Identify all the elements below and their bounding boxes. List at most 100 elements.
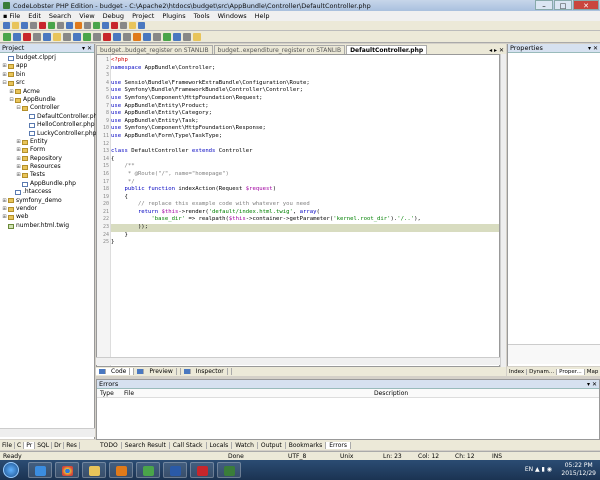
tree-item[interactable]: ⊞ Resources	[0, 163, 94, 171]
expander-icon[interactable]: ⊟	[9, 96, 14, 104]
code-line[interactable]: 20 // replace this example code with wha…	[103, 201, 499, 209]
expander-icon[interactable]: ⊞	[2, 197, 7, 205]
code-line[interactable]: 18 public function indexAction(Request $…	[103, 186, 499, 194]
code-line[interactable]: 14{	[103, 156, 499, 164]
code-line[interactable]: 12	[103, 141, 499, 149]
expander-icon[interactable]: ⊞	[16, 138, 21, 146]
toolbar-icon[interactable]	[33, 32, 41, 41]
project-tab-res[interactable]: Res	[64, 441, 80, 449]
tray-icons[interactable]: EN ▲ ▮ ◉	[525, 466, 552, 473]
toolbar-icon[interactable]	[13, 32, 21, 41]
taskbar-ie[interactable]	[28, 462, 52, 478]
bottom-tab[interactable]: Locals	[207, 441, 233, 449]
properties-tab[interactable]: Proper...	[557, 368, 585, 375]
bottom-tab[interactable]: Bookmarks	[286, 441, 327, 449]
toolbar-icon[interactable]	[129, 22, 136, 29]
tree-item[interactable]: .htaccess	[0, 188, 94, 196]
toolbar-icon[interactable]	[93, 32, 101, 41]
tree-item[interactable]: AppBundle.php	[0, 180, 94, 188]
toolbar-icon[interactable]	[193, 32, 201, 41]
code-line[interactable]: 9 use AppBundle\Entity\Task;	[106, 118, 499, 126]
toolbar-icon[interactable]	[163, 32, 171, 41]
code-line[interactable]: 13 class DefaultController extends Contro…	[103, 148, 499, 156]
toolbar-icon[interactable]	[113, 32, 121, 41]
bottom-tab[interactable]: Search Result	[122, 441, 170, 449]
code-line[interactable]: 17 */	[103, 179, 499, 187]
taskbar-chrome[interactable]	[55, 462, 79, 478]
code-line[interactable]: 23 ));	[103, 224, 499, 232]
code-line[interactable]: 6 use Symfony\Component\HttpFoundation\Re…	[106, 95, 499, 103]
expander-icon[interactable]: ⊟	[16, 104, 21, 112]
tree-item[interactable]: LuckyController.php	[0, 130, 96, 138]
tree-item[interactable]: DefaultController.php	[0, 113, 101, 121]
bottom-tab[interactable]: Errors	[326, 441, 352, 449]
toolbar-icon[interactable]	[66, 22, 73, 29]
menu-search[interactable]: Search	[49, 12, 71, 20]
tree-item[interactable]: number.html.twig	[0, 222, 94, 230]
toolbar-icon[interactable]	[53, 32, 61, 41]
menu-edit[interactable]: Edit	[28, 12, 41, 20]
toolbar-icon[interactable]	[138, 22, 145, 29]
toolbar-icon[interactable]	[43, 32, 51, 41]
toolbar-icon[interactable]	[173, 32, 181, 41]
code-line[interactable]: 15 /**	[103, 163, 499, 171]
tree-item[interactable]: budget.clpprj	[0, 54, 94, 62]
menu-windows[interactable]: Windows	[218, 12, 247, 20]
code-line[interactable]: 4 use Sensio\Bundle\FrameworkExtraBundle\…	[106, 80, 499, 88]
toolbar-icon[interactable]	[63, 32, 71, 41]
view-tab-inspector[interactable]: Inspector	[181, 368, 232, 375]
expander-icon[interactable]: ⊞	[2, 62, 7, 70]
toolbar-icon[interactable]	[39, 22, 46, 29]
taskbar-word[interactable]	[163, 462, 187, 478]
toolbar-icon[interactable]	[84, 22, 91, 29]
code-line[interactable]: 25}	[103, 239, 499, 247]
code-area[interactable]: 1 <?php 2 namespace AppBundle\Controller; 3 4…	[103, 57, 499, 247]
panel-controls-icon[interactable]: ▾ ✕	[82, 44, 92, 52]
code-line[interactable]: 1 <?php	[106, 57, 499, 65]
tree-item[interactable]: ⊞ Tests	[0, 171, 94, 179]
bottom-tab[interactable]: Watch	[232, 441, 258, 449]
properties-tab[interactable]: Map	[585, 369, 600, 375]
expander-icon[interactable]: ⊞	[2, 213, 7, 221]
toolbar-icon[interactable]	[21, 22, 28, 29]
language-indicator[interactable]: EN	[525, 466, 533, 473]
taskbar-explorer[interactable]	[82, 462, 106, 478]
expander-icon[interactable]: ⊞	[2, 71, 7, 79]
project-tab-file[interactable]: File	[0, 441, 16, 449]
toolbar-icon[interactable]	[30, 22, 37, 29]
toolbar-icon[interactable]	[133, 32, 141, 41]
code-line[interactable]: 22 'base_dir' => realpath($this->contain…	[103, 216, 499, 224]
toolbar-icon[interactable]	[111, 22, 118, 29]
menu-tools[interactable]: Tools	[194, 12, 210, 20]
expander-icon[interactable]: ⊞	[16, 171, 21, 179]
tree-item[interactable]: ⊞ Acme	[0, 88, 94, 96]
tree-item[interactable]: ⊞ Entity	[0, 138, 94, 146]
toolbar-icon[interactable]	[183, 32, 191, 41]
taskbar-acrobat[interactable]	[190, 462, 214, 478]
column-description[interactable]: Description	[371, 389, 408, 397]
editor-tab[interactable]: budget..expenditure_register on STANLIB	[213, 45, 346, 54]
column-file[interactable]: File	[121, 389, 371, 397]
expander-icon[interactable]: ⊞	[16, 163, 21, 171]
expander-icon[interactable]: ⊞	[9, 88, 14, 96]
tree-item[interactable]: ⊞ app	[0, 62, 94, 70]
view-tab-preview[interactable]: Preview	[134, 368, 181, 375]
toolbar-icon[interactable]	[120, 22, 127, 29]
expander-icon[interactable]: ⊞	[2, 205, 7, 213]
panel-controls-icon[interactable]: ▾ ✕	[587, 380, 597, 388]
toolbar-icon[interactable]	[153, 32, 161, 41]
toolbar-icon[interactable]	[83, 32, 91, 41]
code-line[interactable]: 16 * @Route("/", name="homepage")	[103, 171, 499, 179]
panel-controls-icon[interactable]: ▾ ✕	[588, 44, 598, 52]
code-line[interactable]: 5 use Symfony\Bundle\FrameworkBundle\Cont…	[106, 87, 499, 95]
bottom-tab[interactable]: Output	[258, 441, 286, 449]
tree-item[interactable]: ⊟ AppBundle	[0, 96, 94, 104]
menu-help[interactable]: Help	[255, 12, 270, 20]
document-icon[interactable]: ▪	[3, 12, 7, 20]
view-tab-code[interactable]: Code	[96, 368, 135, 375]
maximize-button[interactable]: □	[554, 0, 572, 10]
menu-plugins[interactable]: Plugins	[162, 12, 185, 20]
taskbar-app-green[interactable]	[136, 462, 160, 478]
toolbar-icon[interactable]	[102, 22, 109, 29]
toolbar-icon[interactable]	[93, 22, 100, 29]
